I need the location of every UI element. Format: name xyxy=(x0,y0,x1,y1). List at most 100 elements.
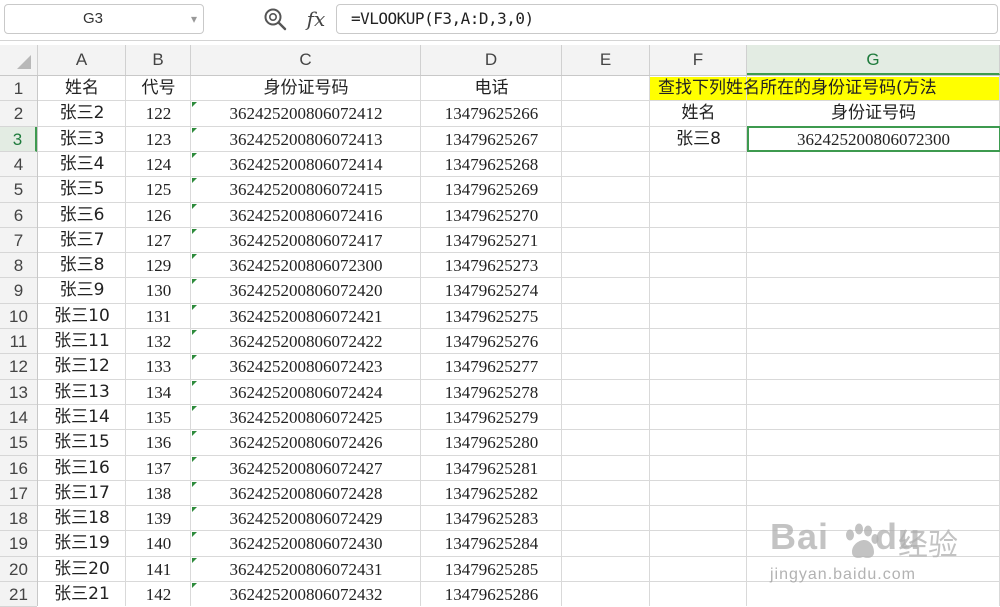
cell-d3[interactable]: 13479625267 xyxy=(421,127,562,152)
cell-a2[interactable]: 张三2 xyxy=(38,101,126,126)
cell-c20[interactable]: 362425200806072431 xyxy=(191,557,421,582)
row-header-15[interactable]: 15 xyxy=(0,430,37,456)
cell-d1[interactable]: 电话 xyxy=(421,76,562,101)
cell-a3[interactable]: 张三3 xyxy=(38,127,126,152)
cell-c3[interactable]: 362425200806072413 xyxy=(191,127,421,152)
row-header-14[interactable]: 14 xyxy=(0,405,37,430)
cell-a11[interactable]: 张三11 xyxy=(38,329,126,354)
cell-a6[interactable]: 张三6 xyxy=(38,203,126,228)
banner-text[interactable]: 查找下列姓名所在的身份证号码(方法 xyxy=(650,76,1000,101)
function-icon[interactable]: fx xyxy=(302,5,330,33)
cell-b14[interactable]: 135 xyxy=(126,405,191,430)
cell-a16[interactable]: 张三16 xyxy=(38,456,126,481)
cell-d6[interactable]: 13479625270 xyxy=(421,203,562,228)
row-header-9[interactable]: 9 xyxy=(0,278,37,304)
row-header-12[interactable]: 12 xyxy=(0,354,37,380)
name-box[interactable]: G3 ▾ xyxy=(4,4,204,34)
cell-a4[interactable]: 张三4 xyxy=(38,152,126,177)
cell-d13[interactable]: 13479625278 xyxy=(421,380,562,405)
cell-d21[interactable]: 13479625286 xyxy=(421,582,562,606)
row-header-13[interactable]: 13 xyxy=(0,380,37,405)
cell-f3[interactable]: 张三8 xyxy=(650,127,747,152)
cell-d17[interactable]: 13479625282 xyxy=(421,481,562,506)
cell-d19[interactable]: 13479625284 xyxy=(421,531,562,556)
row-header-19[interactable]: 19 xyxy=(0,531,37,557)
cell-a7[interactable]: 张三7 xyxy=(38,228,126,253)
cell-c11[interactable]: 362425200806072422 xyxy=(191,329,421,354)
cell-d20[interactable]: 13479625285 xyxy=(421,557,562,582)
cell-c16[interactable]: 362425200806072427 xyxy=(191,456,421,481)
cell-b16[interactable]: 137 xyxy=(126,456,191,481)
cell-c9[interactable]: 362425200806072420 xyxy=(191,278,421,303)
row-header-2[interactable]: 2 xyxy=(0,101,37,127)
row-header-6[interactable]: 6 xyxy=(0,203,37,228)
cell-b17[interactable]: 138 xyxy=(126,481,191,506)
cell-c1[interactable]: 身份证号码 xyxy=(191,76,421,101)
cell-c14[interactable]: 362425200806072425 xyxy=(191,405,421,430)
cell-b8[interactable]: 129 xyxy=(126,253,191,278)
row-header-20[interactable]: 20 xyxy=(0,557,37,582)
cell-b5[interactable]: 125 xyxy=(126,177,191,202)
cell-d9[interactable]: 13479625274 xyxy=(421,278,562,303)
cell-d11[interactable]: 13479625276 xyxy=(421,329,562,354)
cell-a15[interactable]: 张三15 xyxy=(38,430,126,455)
cell-c21[interactable]: 362425200806072432 xyxy=(191,582,421,606)
cell-c5[interactable]: 362425200806072415 xyxy=(191,177,421,202)
cell-b4[interactable]: 124 xyxy=(126,152,191,177)
cell-d16[interactable]: 13479625281 xyxy=(421,456,562,481)
cell-b12[interactable]: 133 xyxy=(126,354,191,379)
cell-c15[interactable]: 362425200806072426 xyxy=(191,430,421,455)
cell-b3[interactable]: 123 xyxy=(126,127,191,152)
cell-a17[interactable]: 张三17 xyxy=(38,481,126,506)
cell-b6[interactable]: 126 xyxy=(126,203,191,228)
row-header-5[interactable]: 5 xyxy=(0,177,37,203)
cell-a9[interactable]: 张三9 xyxy=(38,278,126,303)
cell-c10[interactable]: 362425200806072421 xyxy=(191,304,421,329)
cell-d5[interactable]: 13479625269 xyxy=(421,177,562,202)
column-header-c[interactable]: C xyxy=(191,45,421,75)
cell-d14[interactable]: 13479625279 xyxy=(421,405,562,430)
cell-a1[interactable]: 姓名 xyxy=(38,76,126,101)
cell-f2[interactable]: 姓名 xyxy=(650,101,747,126)
cell-b18[interactable]: 139 xyxy=(126,506,191,531)
cell-a19[interactable]: 张三19 xyxy=(38,531,126,556)
row-header-18[interactable]: 18 xyxy=(0,506,37,531)
cell-a14[interactable]: 张三14 xyxy=(38,405,126,430)
row-header-11[interactable]: 11 xyxy=(0,329,37,354)
row-header-1[interactable]: 1 xyxy=(0,76,37,101)
cell-b9[interactable]: 130 xyxy=(126,278,191,303)
cell-d8[interactable]: 13479625273 xyxy=(421,253,562,278)
cell-d4[interactable]: 13479625268 xyxy=(421,152,562,177)
cell-c19[interactable]: 362425200806072430 xyxy=(191,531,421,556)
cell-b15[interactable]: 136 xyxy=(126,430,191,455)
cell-c7[interactable]: 362425200806072417 xyxy=(191,228,421,253)
column-header-b[interactable]: B xyxy=(126,45,191,75)
cell-b13[interactable]: 134 xyxy=(126,380,191,405)
cell-d7[interactable]: 13479625271 xyxy=(421,228,562,253)
cell-d10[interactable]: 13479625275 xyxy=(421,304,562,329)
cell-c17[interactable]: 362425200806072428 xyxy=(191,481,421,506)
cell-c8[interactable]: 362425200806072300 xyxy=(191,253,421,278)
cell-c6[interactable]: 362425200806072416 xyxy=(191,203,421,228)
row-header-3[interactable]: 3 xyxy=(0,127,37,152)
cell-a18[interactable]: 张三18 xyxy=(38,506,126,531)
cell-a21[interactable]: 张三21 xyxy=(38,582,126,606)
cell-b10[interactable]: 131 xyxy=(126,304,191,329)
row-header-21[interactable]: 21 xyxy=(0,582,37,607)
cell-a5[interactable]: 张三5 xyxy=(38,177,126,202)
cell-c18[interactable]: 362425200806072429 xyxy=(191,506,421,531)
row-header-7[interactable]: 7 xyxy=(0,228,37,253)
cell-g2[interactable]: 身份证号码 xyxy=(747,101,1000,126)
zoom-icon[interactable] xyxy=(262,6,288,32)
cell-c12[interactable]: 362425200806072423 xyxy=(191,354,421,379)
column-header-a[interactable]: A xyxy=(38,45,126,75)
row-header-16[interactable]: 16 xyxy=(0,456,37,481)
cell-d12[interactable]: 13479625277 xyxy=(421,354,562,379)
cell-c2[interactable]: 362425200806072412 xyxy=(191,101,421,126)
row-header-8[interactable]: 8 xyxy=(0,253,37,278)
cell-a10[interactable]: 张三10 xyxy=(38,304,126,329)
row-header-17[interactable]: 17 xyxy=(0,481,37,506)
cell-b2[interactable]: 122 xyxy=(126,101,191,126)
cell-a8[interactable]: 张三8 xyxy=(38,253,126,278)
cell-b11[interactable]: 132 xyxy=(126,329,191,354)
